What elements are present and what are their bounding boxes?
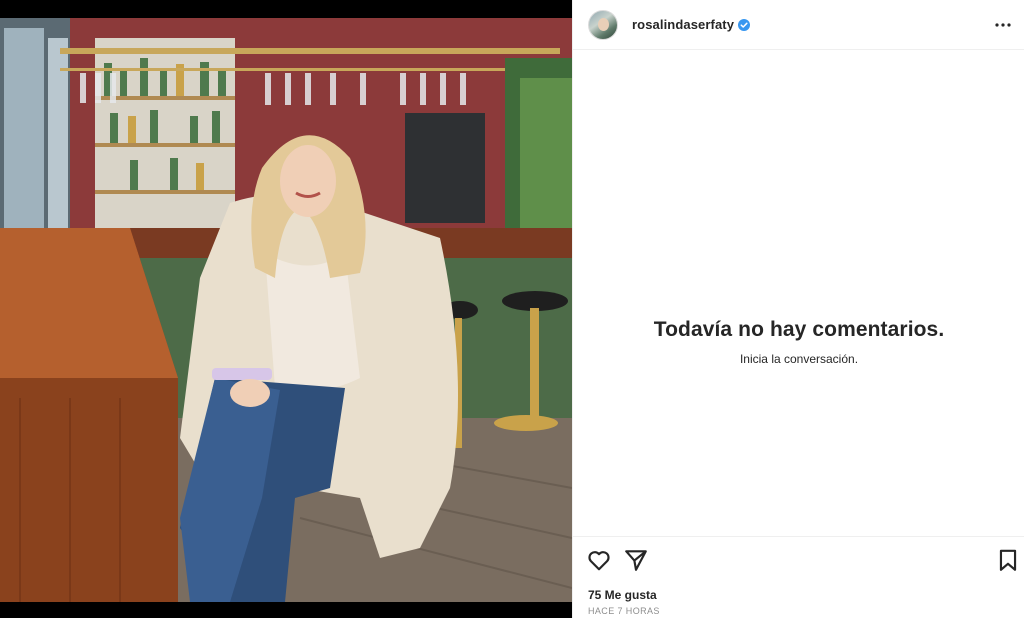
comments-area: Todavía no hay comentarios. Inicia la co… (573, 50, 1024, 536)
likes-count[interactable]: 75 Me gusta (588, 588, 657, 602)
post-sidebar: rosalindaserfaty Todavía no hay comentar… (572, 0, 1024, 618)
more-options-button[interactable] (991, 13, 1015, 37)
verified-badge-icon (738, 18, 751, 31)
post-dialog: rosalindaserfaty Todavía no hay comentar… (0, 0, 1024, 618)
paper-plane-icon (625, 550, 647, 571)
post-actions: 75 Me gusta HACE 7 HORAS (573, 536, 1024, 618)
post-media (0, 0, 572, 618)
share-button[interactable] (623, 547, 649, 573)
post-photo[interactable] (0, 18, 572, 602)
more-options-icon (995, 23, 1011, 27)
empty-comments-title: Todavía no hay comentarios. (653, 318, 945, 341)
avatar[interactable] (588, 9, 618, 40)
post-timestamp[interactable]: HACE 7 HORAS (588, 606, 660, 616)
post-header: rosalindaserfaty (573, 0, 1024, 50)
like-button[interactable] (586, 547, 612, 573)
bookmark-icon (999, 549, 1017, 571)
heart-icon (588, 551, 610, 571)
empty-comments-subtitle: Inicia la conversación. (739, 352, 859, 366)
username-link[interactable]: rosalindaserfaty (632, 17, 734, 32)
save-button[interactable] (995, 547, 1021, 573)
